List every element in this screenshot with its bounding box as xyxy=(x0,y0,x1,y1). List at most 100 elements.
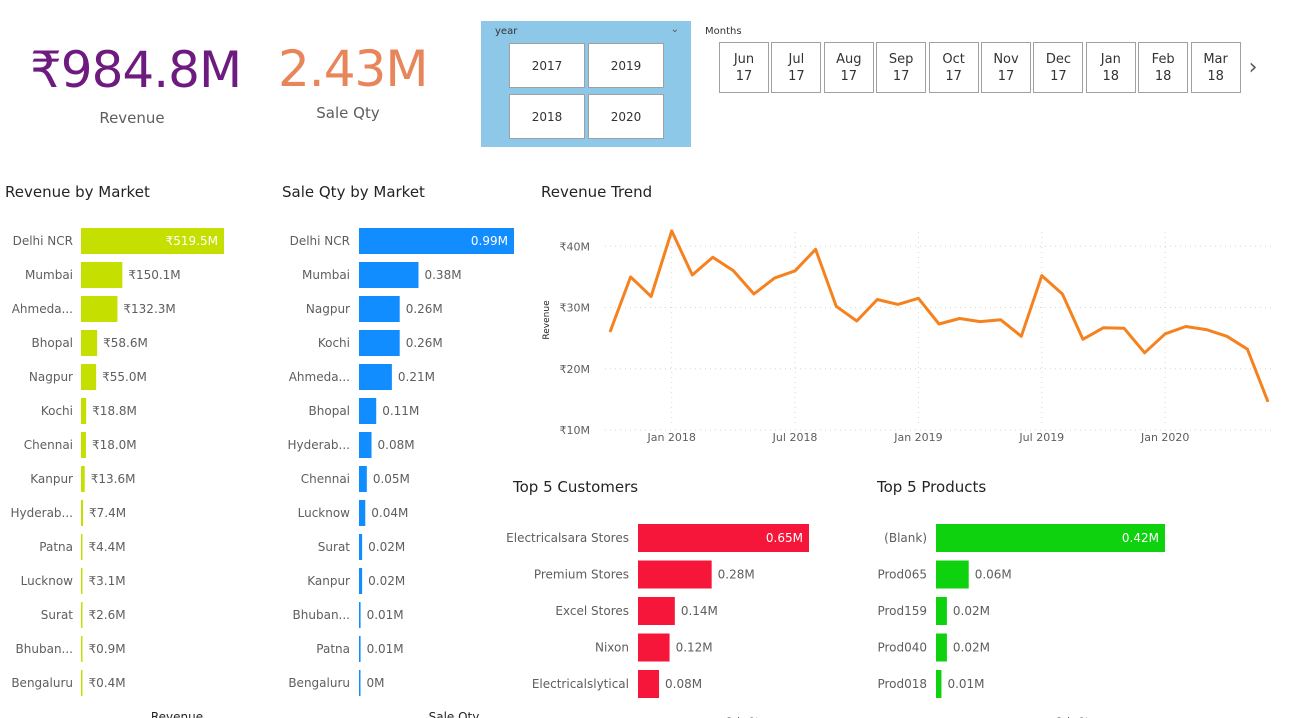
bar[interactable] xyxy=(81,262,123,288)
data-label: 0.38M xyxy=(424,268,461,282)
category-label: Bengaluru xyxy=(288,676,350,690)
chevron-right-icon[interactable]: › xyxy=(1244,55,1262,81)
data-point[interactable] xyxy=(729,267,737,275)
data-point[interactable] xyxy=(1017,332,1025,340)
bar[interactable] xyxy=(359,262,419,288)
data-label: 0.14M xyxy=(681,604,718,618)
data-point[interactable] xyxy=(606,328,614,336)
bar[interactable] xyxy=(81,534,83,560)
data-point[interactable] xyxy=(956,315,964,323)
data-label: 0.01M xyxy=(367,608,404,622)
data-point[interactable] xyxy=(709,253,717,261)
bar[interactable] xyxy=(936,633,947,662)
bar[interactable] xyxy=(359,432,372,458)
month-option-feb-18[interactable]: Feb 18 xyxy=(1138,42,1189,93)
data-point[interactable] xyxy=(1141,349,1149,357)
data-point[interactable] xyxy=(935,320,943,328)
data-point[interactable] xyxy=(812,245,820,253)
x-tick-label: Jan 2020 xyxy=(1140,431,1189,444)
data-point[interactable] xyxy=(668,227,676,235)
data-point[interactable] xyxy=(997,316,1005,324)
data-point[interactable] xyxy=(853,317,861,325)
data-point[interactable] xyxy=(1038,272,1046,280)
data-point[interactable] xyxy=(832,302,840,310)
data-point[interactable] xyxy=(627,273,635,281)
data-point[interactable] xyxy=(771,274,779,282)
bar[interactable] xyxy=(359,466,367,492)
month-option-jan-18[interactable]: Jan 18 xyxy=(1085,42,1136,93)
month-option-jun-17[interactable]: Jun 17 xyxy=(719,42,769,93)
data-point[interactable] xyxy=(1079,335,1087,343)
bar[interactable] xyxy=(936,560,969,589)
year-option-2020[interactable]: 2020 xyxy=(588,94,664,139)
bar[interactable] xyxy=(359,500,366,526)
category-label: Mumbai xyxy=(302,268,350,282)
bar[interactable] xyxy=(638,633,670,662)
bar[interactable] xyxy=(81,398,87,424)
data-point[interactable] xyxy=(791,267,799,275)
bar[interactable] xyxy=(81,296,118,322)
month-option-mar-18[interactable]: Mar 18 xyxy=(1190,42,1241,93)
data-point[interactable] xyxy=(894,300,902,308)
bar[interactable] xyxy=(81,330,98,356)
year-option-2019[interactable]: 2019 xyxy=(588,43,664,88)
month-option-oct-17[interactable]: Oct 17 xyxy=(928,42,979,93)
month-option-sep-17[interactable]: Sep 17 xyxy=(876,42,927,93)
bar[interactable] xyxy=(638,560,712,589)
bar[interactable] xyxy=(359,534,363,560)
month-option-month: Feb xyxy=(1151,51,1175,67)
bar[interactable] xyxy=(638,597,675,625)
data-point[interactable] xyxy=(976,318,984,326)
data-point[interactable] xyxy=(1058,290,1066,298)
data-point[interactable] xyxy=(750,290,758,298)
data-point[interactable] xyxy=(1100,324,1108,332)
data-point[interactable] xyxy=(1223,332,1231,340)
year-option-2017[interactable]: 2017 xyxy=(509,43,585,88)
year-option-2018[interactable]: 2018 xyxy=(509,94,585,139)
data-point[interactable] xyxy=(1202,326,1210,334)
category-label: Prod040 xyxy=(877,641,927,655)
data-point[interactable] xyxy=(1243,345,1251,353)
data-point[interactable] xyxy=(1120,324,1128,332)
bar[interactable] xyxy=(359,364,392,390)
month-option-aug-17[interactable]: Aug 17 xyxy=(823,42,874,93)
month-option-nov-17[interactable]: Nov 17 xyxy=(981,42,1031,93)
month-option-month: Jan xyxy=(1100,51,1121,67)
bar[interactable] xyxy=(81,670,83,696)
month-option-jul-17[interactable]: Jul 17 xyxy=(771,42,822,93)
month-option-month: Sep xyxy=(888,51,914,67)
bar[interactable] xyxy=(359,330,400,356)
bar[interactable] xyxy=(81,466,85,492)
data-point[interactable] xyxy=(914,294,922,302)
bar[interactable] xyxy=(936,597,947,625)
month-option-dec-17[interactable]: Dec 17 xyxy=(1033,42,1084,93)
chevron-down-icon[interactable]: ⌄ xyxy=(671,24,679,35)
bar[interactable] xyxy=(359,296,400,322)
data-point[interactable] xyxy=(1161,330,1169,338)
bar[interactable] xyxy=(81,636,83,662)
category-label: Mumbai xyxy=(25,268,73,282)
month-option-month: Jul xyxy=(788,51,805,67)
bar[interactable] xyxy=(81,364,97,390)
bar[interactable] xyxy=(81,568,83,594)
revenue-trend-title: Revenue Trend xyxy=(541,183,653,201)
data-point[interactable] xyxy=(873,296,881,304)
data-label: ₹132.3M xyxy=(123,302,175,316)
bar[interactable] xyxy=(936,670,942,698)
bar[interactable] xyxy=(638,670,660,698)
bar[interactable] xyxy=(359,398,377,424)
data-point[interactable] xyxy=(647,292,655,300)
revenue-series-line[interactable] xyxy=(608,229,1270,403)
bar[interactable] xyxy=(81,432,86,458)
data-point[interactable] xyxy=(1182,322,1190,330)
bar[interactable] xyxy=(81,500,84,526)
bar[interactable] xyxy=(359,670,361,696)
bar[interactable] xyxy=(359,602,361,628)
bar[interactable] xyxy=(359,568,363,594)
data-point[interactable] xyxy=(1264,398,1272,406)
month-option-year: 18 xyxy=(1102,68,1120,84)
data-point[interactable] xyxy=(688,271,696,279)
bar[interactable] xyxy=(359,636,361,662)
bar[interactable] xyxy=(81,602,83,628)
month-option-year: 17 xyxy=(840,68,858,84)
